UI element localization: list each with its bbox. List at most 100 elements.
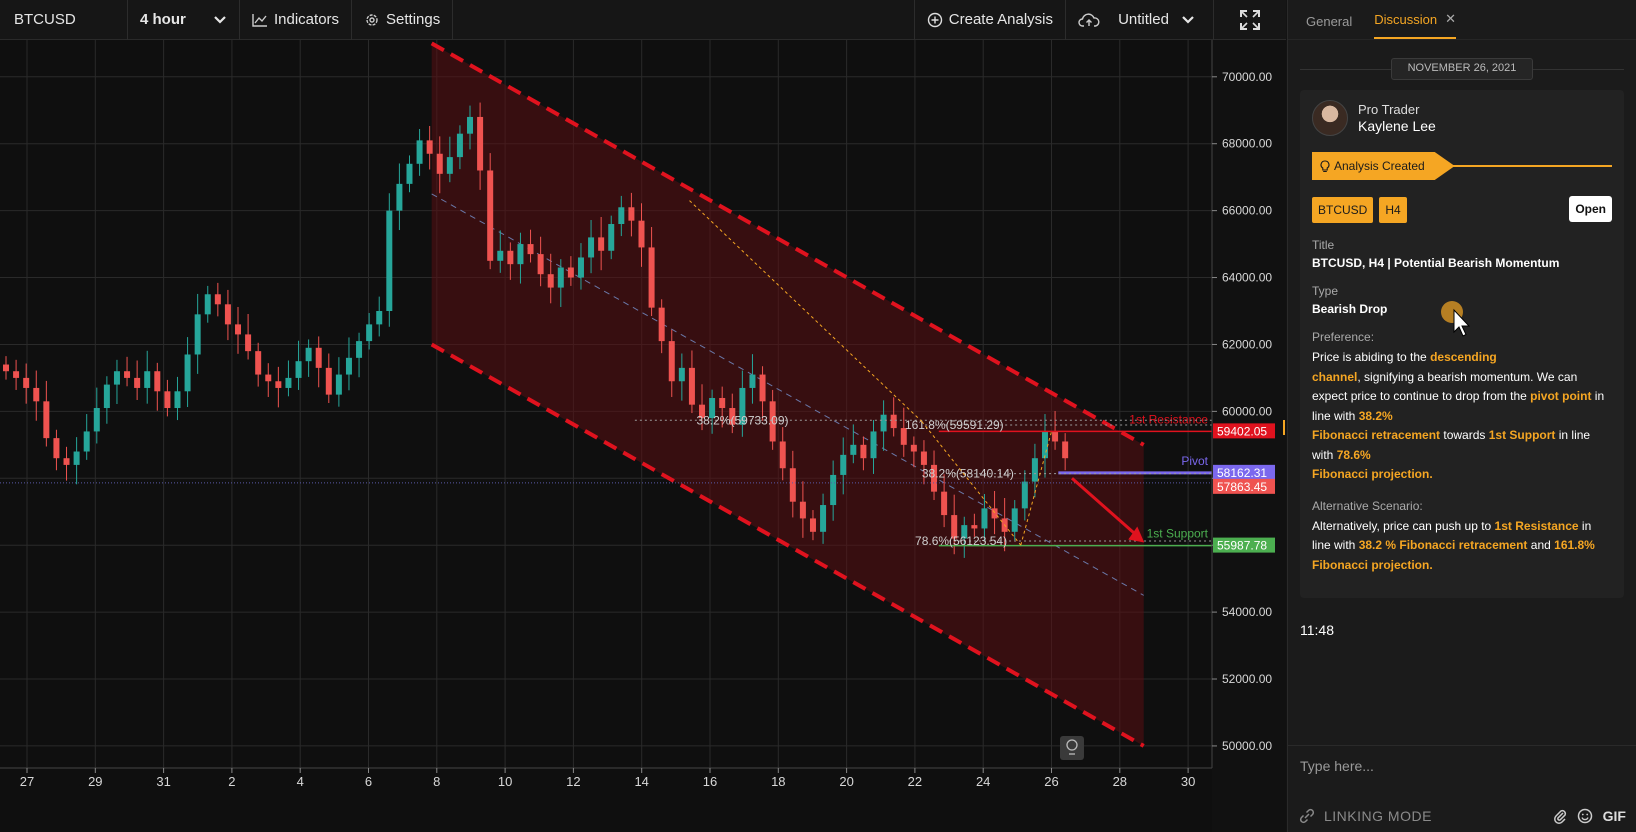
time-tick-label: 8: [433, 774, 440, 789]
candle-body: [497, 250, 504, 261]
candle-body: [245, 334, 252, 352]
time-tick-label: 4: [297, 774, 304, 789]
candle-body: [1031, 458, 1038, 482]
candle-body: [174, 391, 181, 409]
gif-button[interactable]: GIF: [1603, 808, 1626, 824]
time-tick-label: 10: [498, 774, 512, 789]
price-tag-label: 59402.05: [1217, 424, 1267, 438]
candle-body: [981, 508, 988, 529]
candle-body: [255, 351, 262, 375]
indicators-label: Indicators: [274, 11, 340, 28]
candle-body: [1041, 431, 1048, 459]
candle-body: [759, 374, 766, 402]
analysis-created-label: Analysis Created: [1334, 159, 1425, 173]
candle-body: [446, 157, 453, 174]
candle-body: [668, 341, 675, 382]
candle-body: [164, 391, 171, 409]
open-button[interactable]: Open: [1569, 196, 1612, 222]
candle-body: [235, 324, 242, 335]
candle-body: [577, 257, 584, 278]
candle-body: [73, 451, 80, 465]
time-tick-label: 26: [1044, 774, 1058, 789]
price-tick-label: 68000.00: [1222, 137, 1272, 151]
fullscreen-button[interactable]: [1214, 0, 1286, 40]
tab-general-label: General: [1306, 14, 1353, 29]
alternative-text: Alternatively, price can push up to 1st …: [1312, 518, 1595, 572]
author-name: Kaylene Lee: [1358, 118, 1436, 134]
candle-body: [386, 210, 393, 311]
avatar[interactable]: [1312, 100, 1348, 136]
chevron-down-icon: [1182, 15, 1194, 24]
candle-body: [43, 401, 50, 439]
candle-body: [305, 347, 312, 362]
tab-discussion[interactable]: Discussion ✕: [1374, 11, 1457, 39]
price-tick-label: 70000.00: [1222, 70, 1272, 84]
tab-discussion-label: Discussion: [1374, 11, 1438, 27]
candle-body: [214, 294, 221, 305]
candle-body: [749, 374, 756, 388]
candle-body: [830, 474, 837, 506]
tab-general[interactable]: General: [1306, 14, 1352, 39]
candle-body: [809, 518, 816, 532]
trading-app: BTCUSD 4 hour Indicators Settings Create…: [0, 0, 1636, 832]
candle-body: [103, 384, 110, 409]
candle-body: [477, 116, 484, 171]
indicators-button[interactable]: Indicators: [240, 0, 353, 40]
candlestick-chart[interactable]: 1st Resistance Pivot 1st Support 38.2%(5973…: [0, 40, 1286, 832]
price-tag-label: 57863.45: [1217, 480, 1267, 494]
candle-body: [194, 314, 201, 355]
symbol-selector[interactable]: BTCUSD: [0, 0, 128, 40]
candle-body: [436, 153, 443, 174]
message-time: 11:48: [1300, 622, 1334, 638]
discussion-panel: General Discussion ✕ NOVEMBER 26, 2021 P…: [1287, 0, 1636, 832]
candle-body: [53, 438, 60, 459]
gear-icon: [366, 13, 378, 26]
candle-body: [547, 274, 554, 288]
price-tick-label: 66000.00: [1222, 204, 1272, 218]
candle-body: [93, 408, 100, 432]
candle-body: [315, 347, 322, 368]
linking-mode-label[interactable]: LINKING MODE: [1324, 808, 1432, 824]
settings-button[interactable]: Settings: [352, 0, 454, 40]
candle-body: [487, 170, 494, 261]
candle-body: [628, 207, 635, 221]
candle-body: [638, 220, 645, 248]
title-label: Title: [1312, 238, 1335, 252]
price-tick-label: 54000.00: [1222, 605, 1272, 619]
candle-body: [467, 116, 474, 134]
layout-name: Untitled: [1118, 11, 1169, 28]
layout-selector[interactable]: Untitled: [1066, 0, 1214, 40]
time-tick-label: 18: [771, 774, 785, 789]
message-input[interactable]: [1300, 757, 1600, 774]
interval-selector[interactable]: 4 hour: [128, 0, 240, 40]
paperclip-icon[interactable]: [1553, 808, 1567, 824]
candle-body: [124, 371, 131, 378]
time-tick-label: 6: [365, 774, 372, 789]
fib-label: 38.2%(59733.09): [696, 413, 788, 427]
author-role: Pro Trader: [1358, 102, 1420, 117]
time-tick-label: 28: [1113, 774, 1127, 789]
create-analysis-label: Create Analysis: [948, 11, 1053, 28]
close-icon[interactable]: ✕: [1445, 11, 1456, 27]
candle-body: [285, 377, 292, 388]
emoji-icon[interactable]: [1577, 808, 1593, 824]
time-tick-label: 14: [634, 774, 648, 789]
candle-body: [537, 254, 544, 275]
candle-body: [719, 397, 726, 409]
candle-body: [860, 444, 867, 459]
candle-body: [265, 374, 272, 382]
candle-body: [1052, 431, 1059, 442]
expand-icon: [1240, 9, 1260, 30]
link-icon[interactable]: [1298, 807, 1316, 825]
time-tick-label: 29: [88, 774, 102, 789]
time-tick-label: 2: [228, 774, 235, 789]
create-analysis-button[interactable]: Create Analysis: [913, 0, 1066, 40]
price-chart[interactable]: 1st Resistance Pivot 1st Support 38.2%(5973…: [0, 40, 1286, 832]
candle-body: [880, 414, 887, 432]
price-tag-label: 58162.31: [1217, 466, 1267, 480]
candle-body: [567, 267, 574, 278]
candle-body: [688, 367, 695, 405]
candle-body: [184, 354, 191, 392]
message-input-area: [1288, 745, 1636, 785]
candle-body: [517, 244, 524, 265]
